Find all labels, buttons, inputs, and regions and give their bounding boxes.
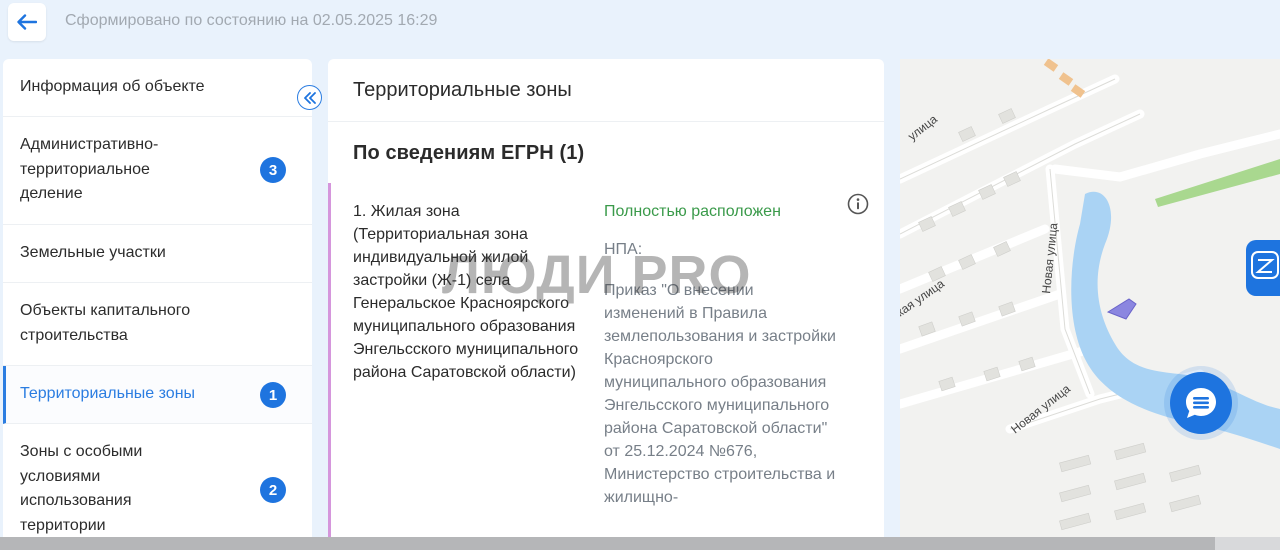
territorial-zones-card: Территориальные зоны По сведениям ЕГРН (… xyxy=(328,59,884,537)
section-title: По сведениям ЕГРН (1) xyxy=(353,142,585,164)
sidebar-item-object-info[interactable]: Информация об объекте xyxy=(3,59,312,117)
count-badge: 3 xyxy=(260,157,286,183)
chat-bubble-icon xyxy=(1186,388,1216,418)
sidebar-item-special-zones[interactable]: Зоны с особыми условиями использования т… xyxy=(3,424,312,537)
collapse-sidebar-button[interactable] xyxy=(297,85,322,110)
count-badge: 1 xyxy=(260,382,286,408)
sidebar-item-admin-division[interactable]: Административно-территориальное деление … xyxy=(3,117,312,225)
map-layers-icon xyxy=(1251,251,1279,279)
sidebar-item-territorial-zones[interactable]: Территориальные зоны 1 xyxy=(3,366,312,424)
map-tool-button[interactable] xyxy=(1246,240,1280,296)
sidebar-item-label: Информация об объекте xyxy=(20,78,205,95)
zone-status: Полностью расположен xyxy=(604,203,781,220)
sidebar-item-label: Объекты капитального строительства xyxy=(20,302,191,344)
npa-label: НПА: xyxy=(604,241,643,258)
zone-name: 1. Жилая зона (Территориальная зона инди… xyxy=(353,203,579,381)
map-canvas: улица Новая улица кая улица Новая улица xyxy=(900,59,1280,537)
back-button[interactable] xyxy=(8,3,46,41)
card-title: Территориальные зоны xyxy=(353,79,572,101)
scrollbar-thumb[interactable] xyxy=(0,537,1215,550)
map-view[interactable]: улица Новая улица кая улица Новая улица xyxy=(900,59,1280,537)
sidebar-item-label: Территориальные зоны xyxy=(20,385,196,402)
sidebar-item-land-plots[interactable]: Земельные участки xyxy=(3,225,312,283)
info-circle-icon[interactable] xyxy=(847,193,869,215)
sidebar: Информация об объекте Административно-те… xyxy=(3,59,312,537)
double-chevron-left-icon xyxy=(303,91,316,104)
zone-accent-bar xyxy=(328,183,331,537)
report-timestamp: Сформировано по состоянию на 02.05.2025 … xyxy=(65,12,438,29)
sidebar-item-capital-objects[interactable]: Объекты капитального строительства xyxy=(3,283,312,366)
divider xyxy=(328,121,884,122)
count-badge: 2 xyxy=(260,477,286,503)
sidebar-item-label: Земельные участки xyxy=(20,244,166,261)
arrow-left-icon xyxy=(17,14,37,30)
sidebar-item-label: Административно-территориальное деление xyxy=(20,136,159,202)
sidebar-item-label: Зоны с особыми условиями использования т… xyxy=(20,443,143,534)
top-bar: Сформировано по состоянию на 02.05.2025 … xyxy=(0,0,1280,50)
horizontal-scrollbar[interactable] xyxy=(0,537,1280,550)
chat-button[interactable] xyxy=(1170,372,1232,434)
npa-text: Приказ "О внесении изменений в Правила з… xyxy=(604,282,836,506)
